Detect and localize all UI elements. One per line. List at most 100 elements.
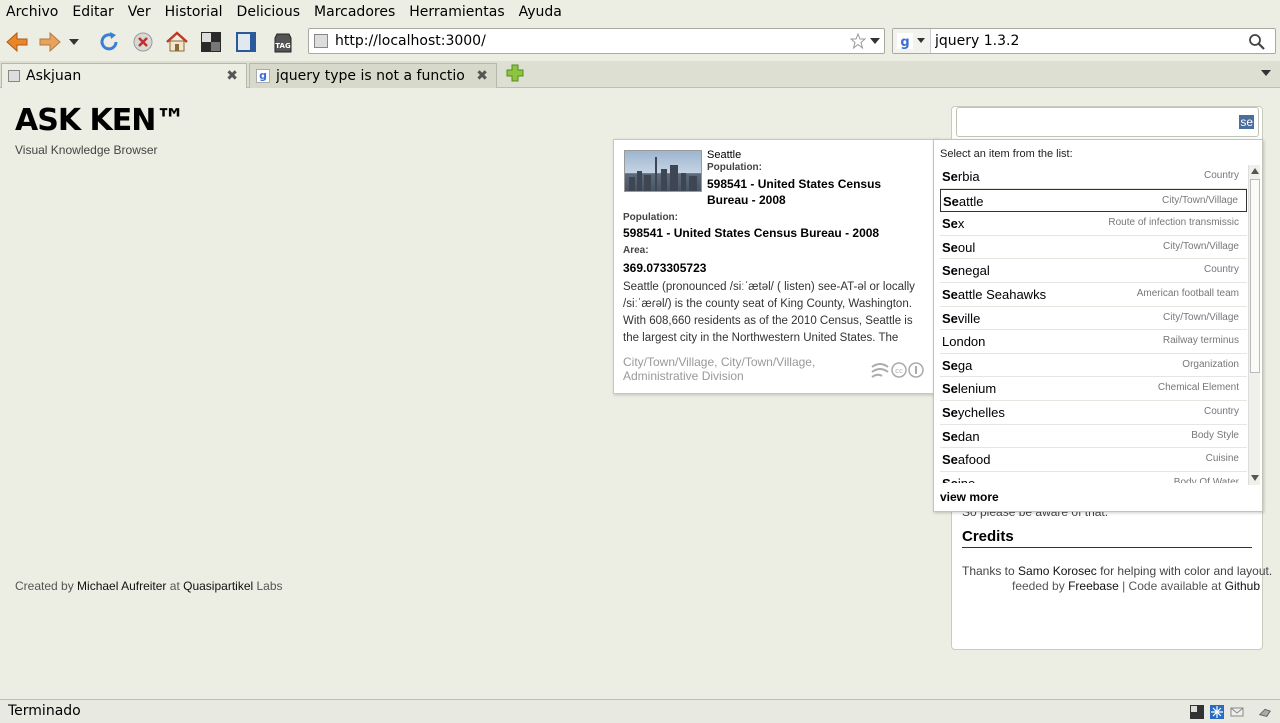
- search-icon[interactable]: [1248, 33, 1265, 50]
- status-text: Terminado: [8, 703, 81, 719]
- tag-button[interactable]: TAG: [270, 29, 296, 55]
- credits-suffix: for helping with color and layout.: [1100, 564, 1273, 578]
- card-pop-value: 598541 - United States Census Bureau - 2…: [707, 177, 882, 207]
- topic-preview-card: Seattle Population: 598541 - United Stat…: [613, 139, 938, 394]
- footer-created-by: Created by: [15, 579, 74, 593]
- menu-delicious[interactable]: Delicious: [237, 4, 301, 20]
- suggestion-type: City/Town/Village: [1163, 311, 1239, 323]
- back-button[interactable]: [4, 29, 30, 55]
- tab-jquery-search[interactable]: g jquery type is not a functio... ✖: [249, 63, 497, 88]
- suggestion-item[interactable]: Seattle Seahawks American football team: [940, 283, 1247, 307]
- close-tab-icon[interactable]: ✖: [476, 68, 488, 84]
- github-link[interactable]: Github: [1225, 579, 1260, 593]
- freebase-link[interactable]: Freebase: [1068, 579, 1119, 593]
- web-search-input[interactable]: [935, 32, 1245, 50]
- suggestion-item[interactable]: Seoul City/Town/Village: [940, 236, 1247, 260]
- suggestion-type: Country: [1203, 170, 1239, 181]
- menu-ver[interactable]: Ver: [128, 4, 151, 20]
- url-input[interactable]: [335, 32, 835, 50]
- menu-marcadores[interactable]: Marcadores: [314, 4, 395, 20]
- suggestion-item[interactable]: Sega Organization: [940, 354, 1247, 378]
- mail-icon[interactable]: [1230, 705, 1244, 719]
- scroll-down-icon[interactable]: [1251, 475, 1259, 481]
- suggestion-type: Railway terminus: [1162, 335, 1239, 347]
- snowflake-icon[interactable]: [1210, 705, 1224, 719]
- site-logo[interactable]: ASK KEN™: [15, 103, 185, 138]
- suggestion-item[interactable]: SeineBody Of Water: [940, 472, 1247, 483]
- back-arrow-icon: [6, 31, 28, 53]
- plus-icon: [506, 64, 524, 82]
- google-favicon-icon: g: [256, 69, 270, 83]
- svg-text:cc: cc: [895, 367, 903, 375]
- forward-arrow-icon: [39, 31, 61, 53]
- web-search-bar[interactable]: g: [892, 28, 1276, 54]
- card-area-label: Area:: [623, 245, 649, 256]
- menu-archivo[interactable]: Archivo: [6, 4, 58, 20]
- suggestion-item[interactable]: London Railway terminus: [940, 330, 1247, 354]
- menu-historial[interactable]: Historial: [165, 4, 223, 20]
- reload-icon: [100, 32, 118, 51]
- forward-button[interactable]: [37, 29, 63, 55]
- search-selected-text: se: [1239, 115, 1254, 129]
- extension-icon[interactable]: [1258, 705, 1272, 719]
- menu-editar[interactable]: Editar: [72, 4, 113, 20]
- card-pop-label-2: Population:: [623, 212, 678, 223]
- url-dropdown-icon[interactable]: [870, 38, 880, 44]
- suggestion-item[interactable]: Seychelles Country: [940, 401, 1247, 425]
- url-bar[interactable]: [308, 28, 885, 54]
- card-types: City/Town/Village, City/Town/Village, Ad…: [623, 355, 816, 383]
- tab-label: jquery type is not a functio...: [276, 68, 466, 84]
- menu-herramientas[interactable]: Herramientas: [409, 4, 504, 20]
- tab-favicon-icon: [8, 70, 20, 82]
- scroll-up-icon[interactable]: [1251, 168, 1259, 174]
- suggestion-list: Serbia Country Seattle City/Town/Village S…: [940, 165, 1247, 483]
- suggestion-dropdown: Select an item from the list: Serbia Coun…: [933, 139, 1263, 512]
- window-tile-icon[interactable]: [1190, 705, 1204, 719]
- navigation-toolbar: TAG g: [0, 23, 1280, 61]
- tag-icon: TAG: [274, 33, 292, 53]
- tab-list-button[interactable]: [1256, 62, 1276, 84]
- suggestion-item[interactable]: Senegal Country: [940, 259, 1247, 283]
- suggestion-item[interactable]: Sex Route of infection transmissic: [940, 212, 1247, 236]
- stop-button[interactable]: [130, 29, 156, 55]
- suggestion-item[interactable]: Sedan Body Style: [940, 425, 1247, 449]
- footer-links: feeded by Freebase | Code available at G…: [1012, 579, 1260, 593]
- suggestion-item[interactable]: Seafood Cuisine: [940, 448, 1247, 472]
- org-link[interactable]: Quasipartikel: [183, 579, 253, 593]
- bookmark-star-icon[interactable]: [850, 33, 866, 49]
- credits-link[interactable]: Samo Korosec: [1018, 564, 1097, 578]
- scrollbar-thumb[interactable]: [1250, 179, 1260, 373]
- close-tab-icon[interactable]: ✖: [226, 68, 238, 84]
- card-area-value: 369.073305723: [623, 261, 707, 275]
- suggestion-type: Body Of Water: [1173, 476, 1239, 483]
- google-icon: g: [897, 33, 913, 49]
- suggestion-item-selected[interactable]: Seattle City/Town/Village: [940, 188, 1247, 213]
- footer-feeded-by: feeded by: [1012, 579, 1065, 593]
- sidebar-toggle-button[interactable]: [233, 29, 259, 55]
- home-button[interactable]: [164, 29, 190, 55]
- author-link[interactable]: Michael Aufreiter: [77, 579, 166, 593]
- tab-label: Askjuan: [26, 68, 82, 84]
- suggestion-scrollbar[interactable]: [1248, 165, 1260, 485]
- history-dropdown-button[interactable]: [66, 29, 82, 55]
- page-favicon-icon: [314, 34, 328, 48]
- reload-button[interactable]: [96, 29, 122, 55]
- suggestion-item[interactable]: Selenium Chemical Element: [940, 377, 1247, 401]
- suggestion-type: Cuisine: [1205, 453, 1239, 465]
- suggestion-item[interactable]: Seville City/Town/Village: [940, 307, 1247, 331]
- suggestion-type: Route of infection transmissic: [1108, 217, 1239, 229]
- credits-prefix: Thanks to: [962, 564, 1015, 578]
- suggestion-type: Country: [1203, 264, 1239, 276]
- footer-credits: Created by Michael Aufreiter at Quasipar…: [15, 579, 283, 593]
- menu-ayuda[interactable]: Ayuda: [519, 4, 562, 20]
- search-engine-selector[interactable]: g: [893, 29, 931, 53]
- new-tab-button[interactable]: [504, 62, 526, 84]
- topic-search-input[interactable]: se: [956, 107, 1259, 137]
- tab-askjuan[interactable]: Askjuan ✖: [1, 63, 247, 88]
- view-more-link[interactable]: view more: [940, 490, 999, 504]
- suggestion-item[interactable]: Serbia Country: [940, 165, 1247, 189]
- suggestion-type: Body Style: [1191, 429, 1239, 441]
- bookmark-toolbar-button[interactable]: [198, 29, 224, 55]
- suggestion-type: Organization: [1182, 358, 1239, 370]
- status-bar: Terminado: [0, 699, 1280, 723]
